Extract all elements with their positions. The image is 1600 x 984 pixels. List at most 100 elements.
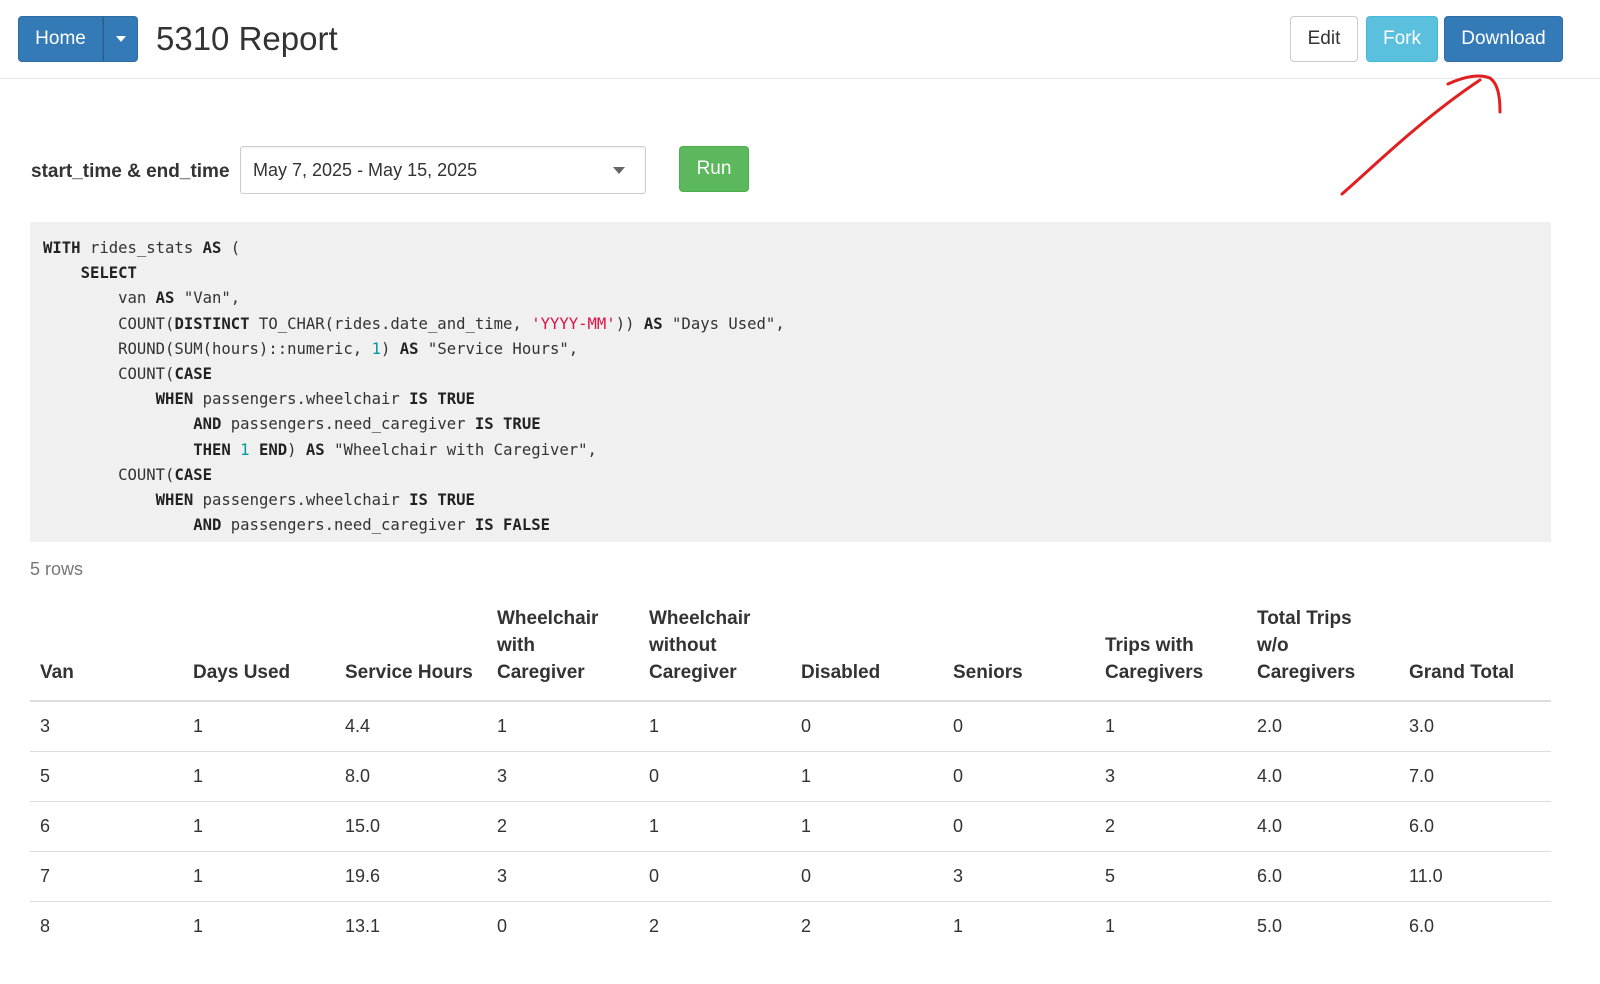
column-header-text: Wheelchair [497, 608, 599, 629]
column-header-text: Wheelchair [649, 608, 751, 629]
table-cell: 1 [183, 851, 335, 902]
table-cell: 4.0 [1247, 801, 1399, 852]
table-cell: 1 [1095, 701, 1247, 752]
table-cell: 0 [943, 701, 1095, 752]
sql-code-block[interactable]: WITH rides_stats AS ( SELECT van AS "Van… [30, 222, 1551, 542]
column-header: Wheelchair without Caregiver [639, 602, 791, 702]
table-cell: 6.0 [1399, 801, 1551, 852]
table-cell: 0 [791, 851, 943, 902]
table-cell: 2 [1095, 801, 1247, 852]
table-cell: 3 [487, 851, 639, 902]
run-button[interactable]: Run [679, 146, 749, 192]
row-count: 5 rows [30, 559, 84, 579]
table-cell: 0 [943, 751, 1095, 802]
table-cell: 0 [639, 851, 791, 902]
code-line: SELECT [80, 264, 137, 283]
column-header-text: Caregiver [649, 662, 737, 683]
column-header: Van [30, 602, 183, 702]
table-cell: 3 [487, 751, 639, 802]
dropdown-caret-icon [613, 167, 625, 174]
table-cell: 1 [639, 801, 791, 852]
code-line: van AS "Van", [43, 289, 241, 308]
column-header: Disabled [791, 602, 943, 702]
column-header-text: without [649, 635, 717, 656]
table-cell: 1 [639, 701, 791, 752]
date-range-label: start_time & end_time [31, 161, 230, 182]
column-header: Total Trips w/o Caregivers [1247, 602, 1399, 702]
column-header: Wheelchair with Caregiver [487, 602, 639, 702]
column-header-text: Total Trips [1257, 608, 1352, 629]
annotation-arrow-icon [1340, 74, 1502, 196]
column-header-text: Trips with [1105, 635, 1194, 656]
table-row: 3 1 4.4 1 1 0 0 1 2.0 3.0 [30, 701, 1551, 752]
table-header-row: Van Days Used Service Hours Wheelchair with C… [30, 602, 1551, 702]
table-cell: 0 [639, 751, 791, 802]
table-cell: 15.0 [335, 801, 487, 852]
date-range-select[interactable]: May 7, 2025 - May 15, 2025 [240, 146, 646, 194]
chevron-down-icon [115, 36, 126, 42]
table-row: 6 1 15.0 2 1 1 0 2 4.0 6.0 [30, 801, 1551, 852]
column-header-text: Caregiver [497, 662, 585, 683]
table-cell: 8.0 [335, 751, 487, 802]
code-line: COUNT(DISTINCT TO_CHAR(rides.date_and_ti… [43, 314, 785, 333]
table-cell: 6.0 [1247, 851, 1399, 902]
home-button-group: Home [18, 16, 138, 62]
column-header: Grand Total [1399, 602, 1551, 702]
table-cell: 0 [943, 801, 1095, 852]
table-cell: 1 [791, 751, 943, 802]
table-cell: 4.0 [1247, 751, 1399, 802]
results-table: Van Days Used Service Hours Wheelchair with C… [30, 602, 1551, 951]
table-cell: 1 [183, 751, 335, 802]
column-header-text: Caregivers [1257, 662, 1356, 683]
table-cell: 2 [801, 915, 812, 936]
column-header: Trips with Caregivers [1095, 602, 1247, 702]
fork-button[interactable]: Fork [1366, 16, 1438, 62]
column-header-text: w/o [1257, 635, 1289, 656]
table-cell: 1 [487, 701, 639, 752]
table-cell: 8 [40, 915, 51, 936]
column-header-text: Grand Total [1409, 662, 1515, 683]
code-line: WITH rides_stats AS ( [43, 239, 241, 257]
table-cell: 0 [497, 915, 508, 936]
table-cell: 1 [193, 915, 204, 936]
table-cell: 1 [1105, 915, 1116, 936]
table-cell: 2 [649, 915, 660, 936]
column-header-text: Service Hours [345, 662, 473, 683]
column-header-text: Van [40, 662, 74, 683]
table-cell: 1 [791, 801, 943, 852]
code-line: COUNT(CASE [43, 364, 212, 383]
table-cell: 1 [183, 701, 335, 752]
download-button[interactable]: Download [1444, 16, 1563, 62]
table-cell: 19.6 [335, 851, 487, 902]
table-cell: 11.0 [1399, 851, 1551, 902]
table-body: 3 1 4.4 1 1 0 0 1 2.0 3.0 5 1 8.0 3 0 1 0 3 4.0 7.0 6 1 15.0 2 1… [30, 701, 1551, 951]
table-cell: 0 [791, 701, 943, 752]
column-header-text: with [497, 635, 535, 656]
table-cell: 1 [183, 801, 335, 852]
table-cell: 4.4 [335, 701, 487, 752]
home-dropdown-toggle[interactable] [103, 16, 138, 62]
table-row: 5 1 8.0 3 0 1 0 3 4.0 7.0 [30, 751, 1551, 802]
table-cell: 6.0 [1409, 915, 1435, 936]
code-line: THEN 1 END) AS "Wheelchair with Caregive… [193, 440, 597, 459]
table-cell: 6 [30, 801, 183, 852]
column-header-text: Caregivers [1105, 662, 1204, 683]
table-cell: 2 [487, 801, 639, 852]
column-header-text: Disabled [801, 662, 881, 683]
table-cell: 13.1 [345, 915, 381, 936]
table-cell: 5 [1095, 851, 1247, 902]
edit-button[interactable]: Edit [1290, 16, 1358, 62]
code-line: WHEN passengers.wheelchair IS TRUE [155, 490, 475, 509]
code-line: AND passengers.need_caregiver IS FALSE [193, 516, 550, 535]
table-cell: 2.0 [1247, 701, 1399, 752]
date-range-value: May 7, 2025 - May 15, 2025 [253, 160, 478, 180]
table-cell: 3.0 [1399, 701, 1551, 752]
code-line: ROUND(SUM(hours)::numeric, 1) AS "Servic… [43, 339, 579, 358]
column-header: Seniors [943, 602, 1095, 702]
page-title: 5310 Report [156, 20, 338, 57]
table-row: 8 1 13.1 0 2 2 1 1 5.0 6.0 [30, 901, 1551, 951]
column-header-text: Days Used [193, 662, 291, 683]
table-cell: 5 [30, 751, 183, 802]
home-button[interactable]: Home [18, 16, 103, 62]
top-navbar: Home 5310 Report Edit Fork Download [0, 0, 1600, 79]
